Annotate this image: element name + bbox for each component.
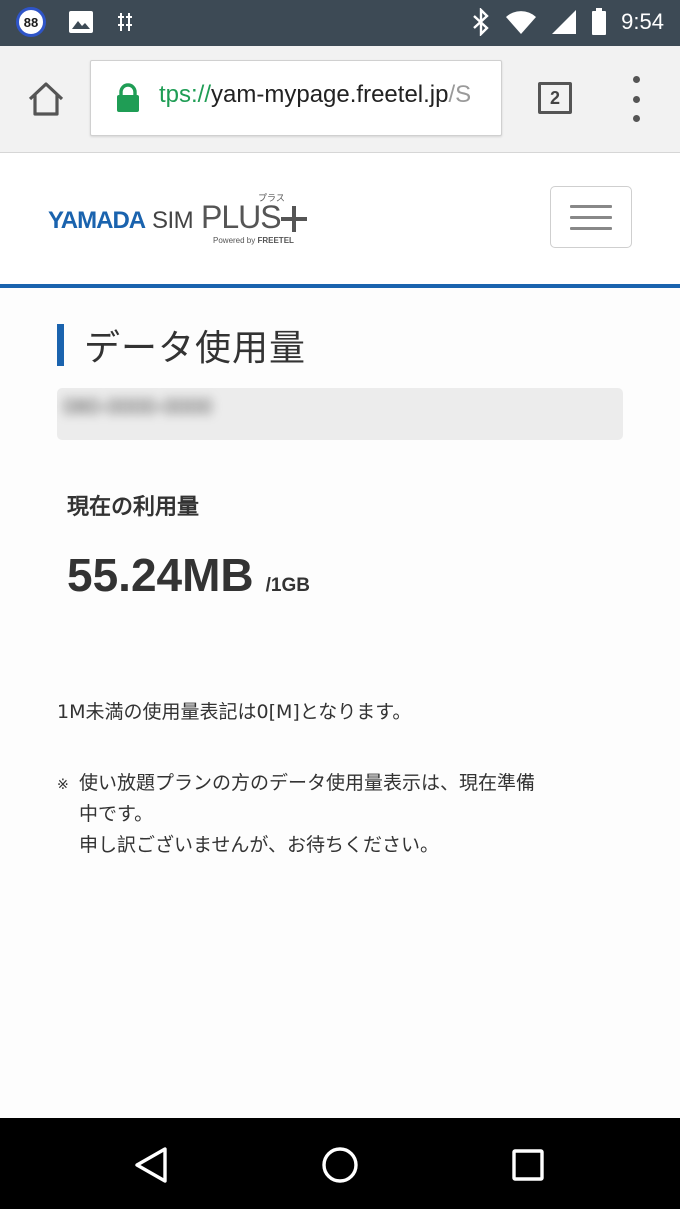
note-line: 使い放題プランの方のデータ使用量表示は、現在準備 — [79, 772, 536, 794]
phone-number-selector[interactable]: 080-0000-0000 — [57, 388, 623, 440]
note-line: 申し訳ございませんが、お待ちください。 — [79, 834, 440, 856]
recent-apps-icon[interactable] — [508, 1146, 548, 1184]
svg-text:PLUS: PLUS — [201, 199, 281, 235]
wifi-icon — [506, 11, 537, 35]
lock-icon — [117, 83, 139, 112]
svg-text:SIM: SIM — [152, 207, 193, 234]
yamada-sim-plus-logo[interactable]: YAMADA SIM PLUS プラス Powered by FREETEL — [48, 188, 318, 248]
battery-icon — [592, 8, 607, 35]
photo-icon — [69, 11, 93, 33]
hamburger-line — [570, 215, 612, 219]
overflow-menu-icon[interactable] — [624, 76, 648, 122]
hamburger-line — [570, 226, 612, 230]
note-asterisk: ※ — [57, 777, 69, 793]
usage-note: 1M未満の使用量表記は0[M]となります。 — [57, 701, 412, 723]
home-nav-icon[interactable] — [320, 1146, 360, 1184]
svg-text:プラス: プラス — [258, 193, 285, 204]
svg-text:Powered by FREETEL: Powered by FREETEL — [213, 236, 294, 245]
notification-badge-icon: 88 — [16, 7, 46, 37]
home-icon[interactable] — [24, 79, 68, 119]
url-bar[interactable]: tps://yam-mypage.freetel.jp/S — [90, 60, 502, 136]
signal-icon — [552, 10, 577, 34]
navigation-bar — [0, 1118, 680, 1209]
page-title-block: データ使用量 — [57, 322, 307, 369]
note-line: 中です。 — [79, 803, 154, 825]
usage-display: 55.24MB/1GB — [67, 548, 310, 602]
browser-toolbar: tps://yam-mypage.freetel.jp/S 2 — [0, 46, 680, 153]
status-bar: 88 9:54 — [0, 0, 680, 46]
url-text: tps://yam-mypage.freetel.jp/S — [159, 81, 472, 108]
hamburger-menu-button[interactable] — [550, 186, 632, 248]
title-accent-bar — [57, 324, 64, 366]
back-icon[interactable] — [132, 1146, 172, 1184]
usage-value: 55.24MB — [67, 549, 254, 601]
clock: 9:54 — [621, 9, 664, 34]
page-title: データ使用量 — [84, 328, 307, 369]
current-usage-label: 現在の利用量 — [67, 495, 200, 520]
unlimited-plan-note: ※ 使い放題プランの方のデータ使用量表示は、現在準備 中です。 申し訳ございませ… — [57, 768, 617, 861]
phone-number-blurred: 080-0000-0000 — [63, 394, 213, 419]
usage-total: /1GB — [265, 575, 311, 596]
usb-debug-icon — [118, 13, 132, 31]
svg-text:YAMADA: YAMADA — [48, 207, 146, 234]
site-header: YAMADA SIM PLUS プラス Powered by FREETEL — [0, 153, 680, 288]
bluetooth-icon — [473, 8, 489, 36]
tab-switcher-button[interactable]: 2 — [538, 82, 572, 114]
hamburger-line — [570, 204, 612, 208]
